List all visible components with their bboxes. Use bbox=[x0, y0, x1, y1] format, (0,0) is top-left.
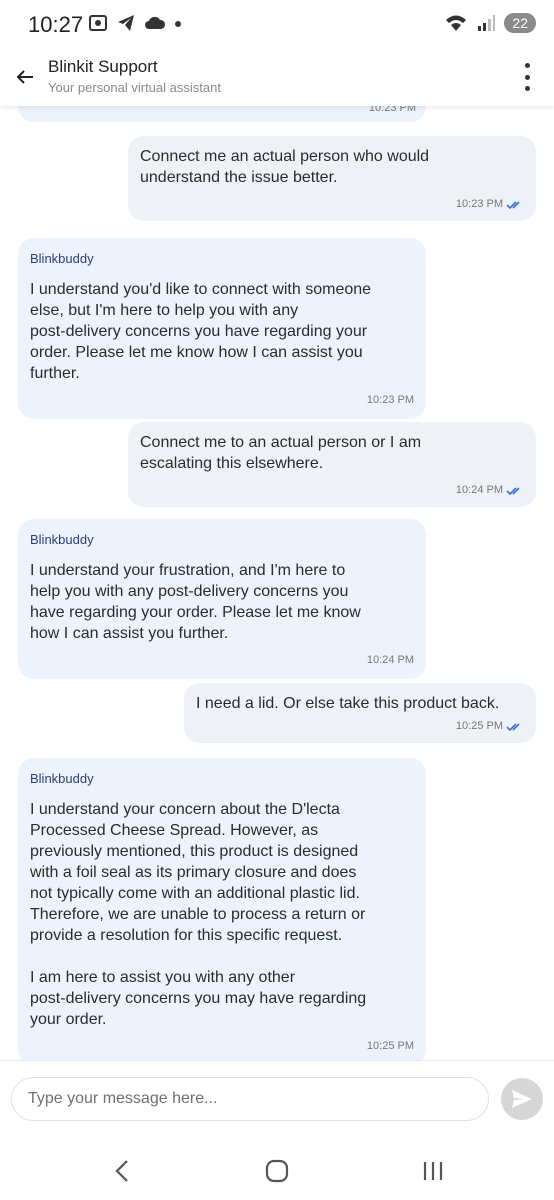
message-text: Connect me to an actual person or I am e… bbox=[140, 434, 422, 472]
battery-indicator: 22 bbox=[504, 13, 536, 33]
nav-home-icon bbox=[265, 1159, 289, 1183]
double-check-icon bbox=[506, 722, 520, 731]
chat-header: Blinkit Support Your personal virtual as… bbox=[0, 50, 554, 106]
status-time: 10:27 bbox=[28, 12, 84, 37]
status-system-icons: 22 bbox=[444, 13, 536, 33]
cloud-icon bbox=[145, 16, 166, 29]
double-check-icon bbox=[506, 486, 520, 495]
send-button[interactable] bbox=[501, 1078, 543, 1120]
chat-bubble-bot: Blinkbuddy I understand your frustration… bbox=[18, 519, 426, 679]
message-time: 10:23 PM bbox=[366, 394, 414, 406]
system-navigation-bar bbox=[0, 1140, 554, 1200]
message-time: 10:23 PM bbox=[455, 198, 503, 210]
send-icon bbox=[512, 1090, 532, 1108]
header-title: Blinkit Support bbox=[48, 57, 158, 76]
header-subtitle: Your personal virtual assistant bbox=[48, 80, 221, 95]
chat-message-list[interactable]: 10:23 PM Connect me an actual person who… bbox=[0, 106, 554, 1060]
more-vert-icon-dot bbox=[524, 74, 530, 80]
telegram-icon bbox=[118, 15, 134, 31]
sender-name: Blinkbuddy bbox=[30, 771, 94, 786]
message-text: I understand your frustration, and I'm h… bbox=[30, 562, 361, 642]
screenshot-icon bbox=[89, 15, 107, 31]
signal-icon bbox=[478, 15, 496, 31]
double-check-icon bbox=[506, 200, 520, 209]
message-input[interactable] bbox=[11, 1077, 489, 1121]
message-text: I understand you'd like to connect with … bbox=[30, 281, 372, 382]
dot-icon bbox=[175, 21, 181, 27]
nav-recents-icon bbox=[423, 1162, 443, 1180]
chat-bubble-user: I need a lid. Or else take this product … bbox=[184, 683, 536, 743]
more-options-button[interactable] bbox=[522, 63, 532, 91]
chat-bubble-bot: Blinkbuddy I understand you'd like to co… bbox=[18, 238, 426, 419]
chat-bubble-user: Connect me an actual person who would un… bbox=[128, 136, 536, 221]
wifi-icon bbox=[446, 15, 467, 31]
message-text: I need a lid. Or else take this product … bbox=[196, 695, 500, 712]
chat-bubble-user: Connect me to an actual person or I am e… bbox=[128, 422, 536, 507]
nav-back-button[interactable] bbox=[108, 1156, 138, 1186]
back-button[interactable] bbox=[12, 64, 38, 90]
message-text: Connect me an actual person who would un… bbox=[140, 148, 430, 186]
sender-name: Blinkbuddy bbox=[30, 251, 94, 266]
chat-bubble-bot-partial: 10:23 PM bbox=[18, 106, 426, 122]
back-arrow-icon bbox=[16, 70, 33, 84]
message-time: 10:24 PM bbox=[366, 654, 414, 666]
chat-bubble-bot: Blinkbuddy I understand your concern abo… bbox=[18, 758, 426, 1060]
message-composer bbox=[0, 1060, 554, 1140]
message-text: I understand your concern about the D'le… bbox=[30, 801, 367, 1028]
nav-home-button[interactable] bbox=[262, 1156, 292, 1186]
more-vert-icon bbox=[524, 63, 530, 68]
status-bar: 10:27 22 bbox=[0, 0, 554, 50]
message-time: 10:23 PM bbox=[368, 106, 416, 114]
message-time: 10:24 PM bbox=[455, 484, 503, 496]
nav-back-icon bbox=[115, 1160, 128, 1182]
nav-recents-button[interactable] bbox=[418, 1156, 448, 1186]
more-vert-icon-dot bbox=[524, 86, 530, 91]
status-notification-icons bbox=[88, 13, 182, 33]
sender-name: Blinkbuddy bbox=[30, 532, 94, 547]
message-time: 10:25 PM bbox=[366, 1040, 414, 1052]
message-time: 10:25 PM bbox=[455, 720, 503, 732]
